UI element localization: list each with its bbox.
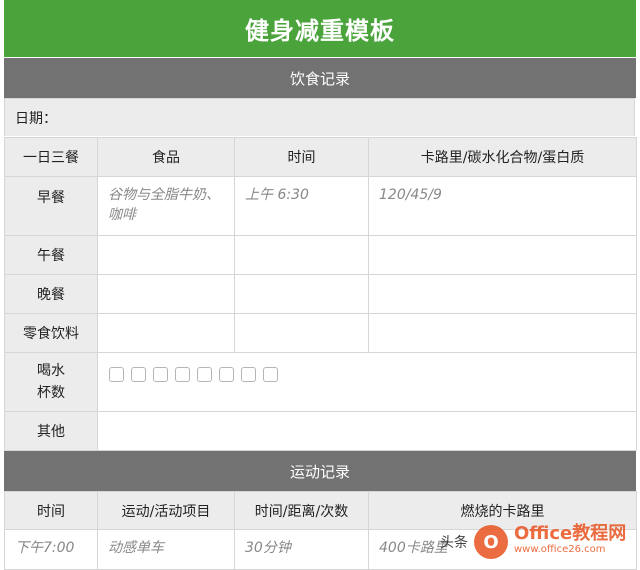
- time-cell[interactable]: [234, 235, 369, 275]
- activity-cell[interactable]: 动感单车: [97, 529, 235, 570]
- other-label: 其他: [4, 411, 98, 451]
- header-activity: 运动/活动项目: [97, 491, 235, 530]
- water-cup-checkbox[interactable]: [153, 367, 168, 382]
- water-cup-checkbox[interactable]: [175, 367, 190, 382]
- diet-table: 一日三餐 食品 时间 卡路里/碳水化合物/蛋白质 早餐 谷物与全脂牛奶、咖啡 上…: [4, 137, 637, 451]
- water-cup-checkbox[interactable]: [219, 367, 234, 382]
- water-label: 喝水 杯数: [4, 352, 98, 412]
- meal-label: 早餐: [4, 176, 98, 236]
- date-label: 日期：: [15, 110, 57, 127]
- food-cell[interactable]: [97, 274, 235, 314]
- header-food: 食品: [97, 137, 235, 177]
- office-logo-icon: O: [474, 525, 508, 559]
- header-meal: 一日三餐: [4, 137, 98, 177]
- meal-label: 晚餐: [4, 274, 98, 314]
- header-nutrition: 卡路里/碳水化合物/蛋白质: [368, 137, 637, 177]
- water-cups-cell: [97, 352, 637, 412]
- meal-label: 零食饮料: [4, 313, 98, 353]
- water-cups: [99, 367, 635, 382]
- nutrition-cell[interactable]: [368, 313, 637, 353]
- table-row: 零食饮料: [4, 313, 637, 353]
- date-row: 日期：: [4, 98, 635, 136]
- food-cell[interactable]: [97, 235, 235, 275]
- food-cell[interactable]: 谷物与全脂牛奶、咖啡: [97, 176, 235, 236]
- table-row: 晚餐: [4, 274, 637, 314]
- nutrition-cell[interactable]: 120/45/9: [368, 176, 637, 236]
- time-cell[interactable]: [234, 274, 369, 314]
- time-cell[interactable]: [234, 313, 369, 353]
- water-cup-checkbox[interactable]: [197, 367, 212, 382]
- other-cell[interactable]: [97, 411, 637, 451]
- food-cell[interactable]: [97, 313, 235, 353]
- time-cell[interactable]: 上午 6:30: [234, 176, 369, 236]
- water-cup-checkbox[interactable]: [241, 367, 256, 382]
- watermark: 头条 O Office教程网 www.office26.com: [440, 522, 626, 562]
- exercise-time-cell[interactable]: 下午7:00: [4, 529, 98, 570]
- diet-section-header: 饮食记录: [4, 58, 636, 98]
- page-title: 健身减重模板: [4, 0, 636, 57]
- water-cup-checkbox[interactable]: [263, 367, 278, 382]
- header-amount: 时间/距离/次数: [234, 491, 369, 530]
- other-row: 其他: [4, 411, 637, 451]
- nutrition-cell[interactable]: [368, 274, 637, 314]
- watermark-brand: Office教程网: [514, 523, 627, 544]
- water-cup-checkbox[interactable]: [109, 367, 124, 382]
- meal-label: 午餐: [4, 235, 98, 275]
- table-row: 早餐 谷物与全脂牛奶、咖啡 上午 6:30 120/45/9: [4, 176, 637, 236]
- water-row: 喝水 杯数: [4, 352, 637, 412]
- watermark-url: www.office26.com: [514, 544, 606, 555]
- exercise-section-header: 运动记录: [4, 451, 636, 491]
- watermark-prefix: 头条: [440, 535, 468, 551]
- header-time: 时间: [234, 137, 369, 177]
- table-row: 午餐: [4, 235, 637, 275]
- diet-header-row: 一日三餐 食品 时间 卡路里/碳水化合物/蛋白质: [4, 137, 637, 177]
- amount-cell[interactable]: 30分钟: [234, 529, 369, 570]
- header-exercise-time: 时间: [4, 491, 98, 530]
- nutrition-cell[interactable]: [368, 235, 637, 275]
- water-cup-checkbox[interactable]: [131, 367, 146, 382]
